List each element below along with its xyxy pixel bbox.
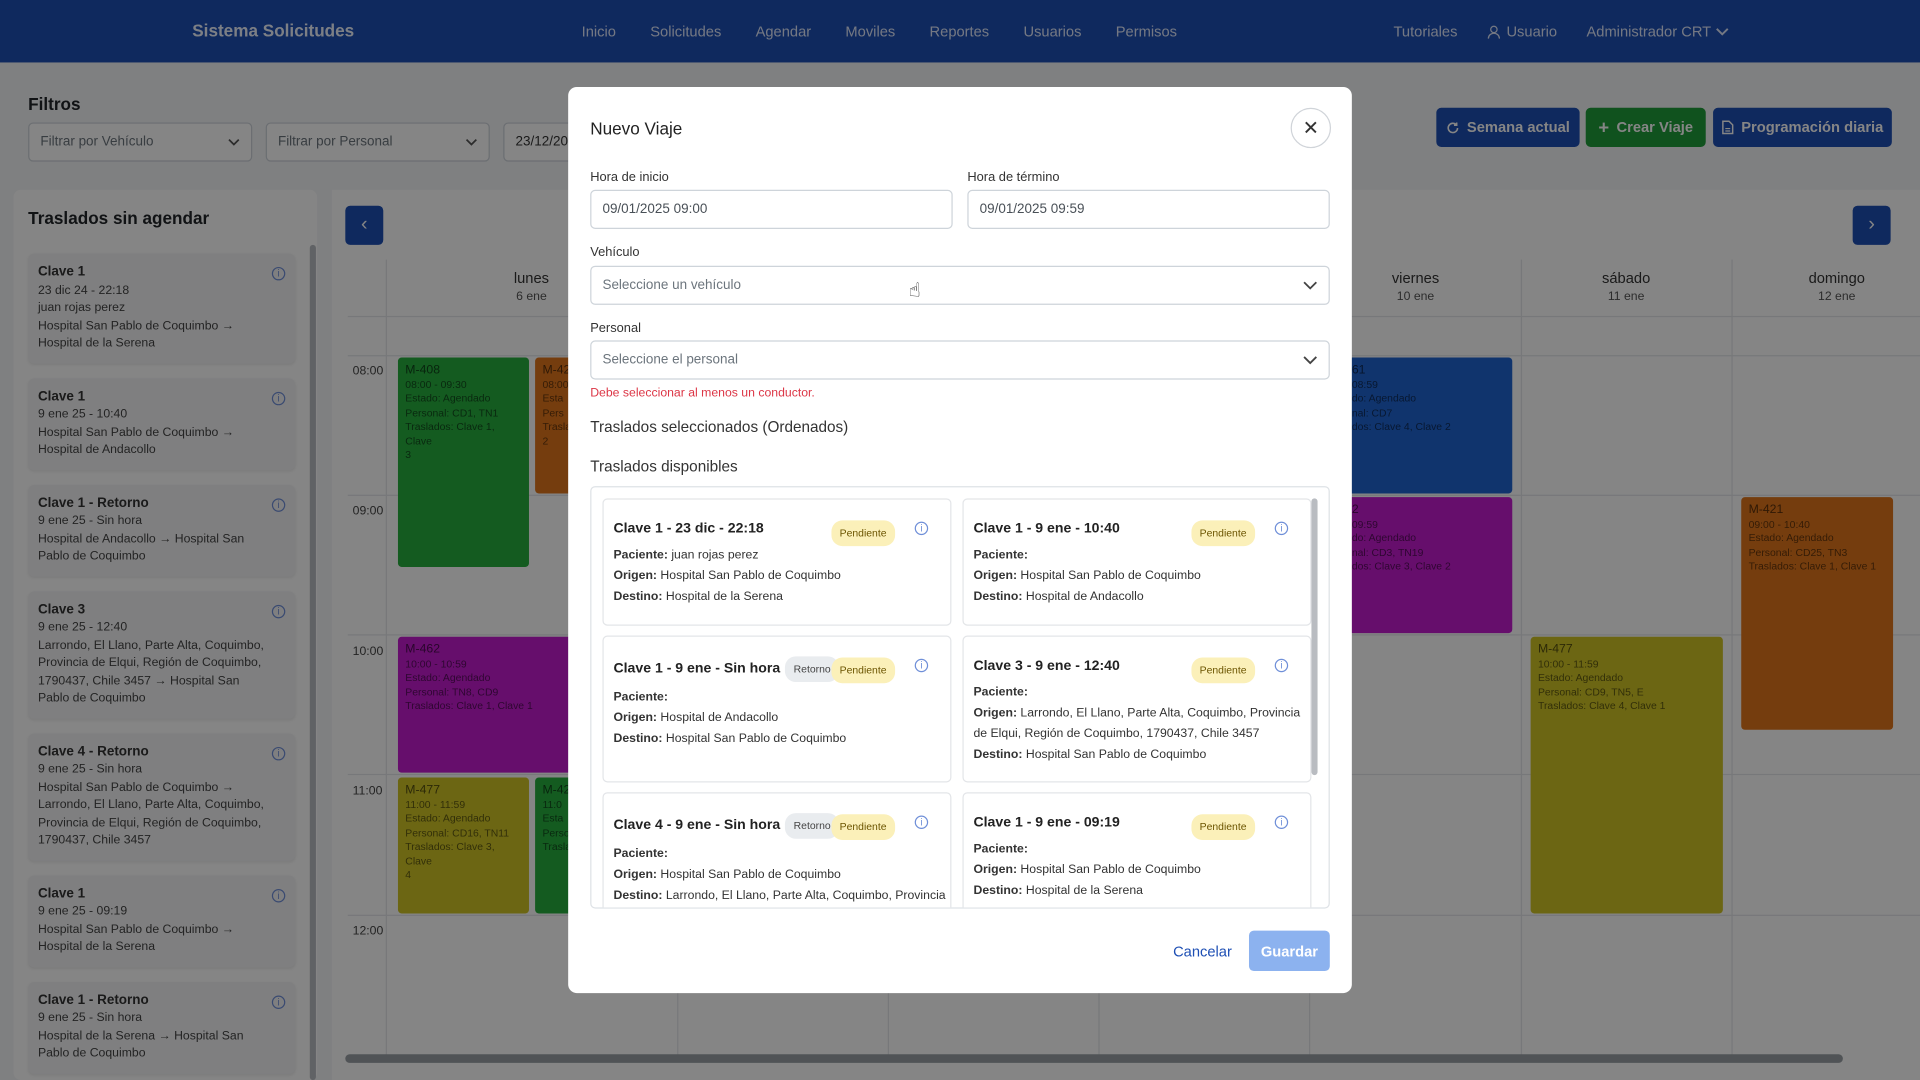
destination-label: Destino:: [973, 884, 1023, 898]
origin-label: Origen:: [973, 569, 1018, 583]
destination-value: Larrondo, El Llano, Parte Alta, Coquimbo…: [665, 888, 946, 903]
personal-label: Personal: [590, 320, 641, 336]
origin-value: Hospital San Pablo de Coquimbo: [660, 569, 841, 583]
origin-label: Origen:: [613, 569, 658, 583]
info-icon[interactable]: i: [914, 815, 929, 829]
transfer-card-title: Clave 1 - 9 ene - 10:40: [973, 521, 1120, 537]
transfer-card[interactable]: Clave 1 - 9 ene - Sin hora Retorno Pendie…: [602, 635, 952, 783]
info-icon[interactable]: i: [914, 658, 929, 673]
chevron-down-icon: [1303, 356, 1317, 365]
info-icon[interactable]: i: [1274, 521, 1289, 536]
end-time-value: 09/01/2025 09:59: [979, 202, 1085, 217]
save-button[interactable]: Guardar: [1248, 930, 1330, 972]
close-button[interactable]: ✕: [1290, 107, 1332, 149]
patient-label: Paciente:: [973, 842, 1028, 856]
modal-title: Nuevo Viaje: [590, 118, 683, 139]
status-badge: Pendiente: [831, 520, 896, 547]
validation-error: Debe seleccionar al menos un conductor.: [590, 386, 815, 401]
chevron-down-icon: [1303, 281, 1317, 290]
vehicle-select[interactable]: Seleccione un vehículo: [590, 265, 1330, 305]
destination-label: Destino:: [613, 732, 663, 746]
cancel-button[interactable]: Cancelar: [1173, 943, 1232, 960]
available-transfers-title: Traslados disponibles: [590, 457, 738, 476]
transfer-card-title: Clave 1 - 9 ene - 09:19: [973, 815, 1120, 831]
mouse-cursor-icon: ☝: [908, 280, 921, 302]
destination-value: Hospital San Pablo de Coquimbo: [665, 732, 847, 746]
origin-value: Larrondo, El Llano, Parte Alta, Coquimbo…: [973, 706, 1301, 741]
info-icon[interactable]: i: [1274, 658, 1289, 673]
patient-label: Paciente:: [613, 548, 668, 563]
app-root: Sistema Solicitudes Inicio Solicitudes A…: [0, 0, 1920, 1080]
transfer-card-title: Clave 1 - 9 ene - Sin hora: [613, 661, 781, 676]
origin-label: Origen:: [973, 863, 1018, 877]
selected-transfers-title: Traslados seleccionados (Ordenados): [590, 418, 849, 436]
origin-label: Origen:: [613, 711, 658, 725]
status-badge: Pendiente: [1191, 520, 1256, 547]
personal-select[interactable]: Seleccione el personal: [590, 340, 1330, 380]
transfer-card[interactable]: Clave 3 - 9 ene - 12:40 Pendiente i Paci…: [962, 635, 1312, 783]
status-badge: Pendiente: [831, 814, 896, 841]
status-badge: Pendiente: [831, 657, 896, 684]
available-transfers-list[interactable]: Clave 1 - 23 dic - 22:18 Pendiente i Pac…: [590, 486, 1330, 909]
destination-label: Destino:: [613, 590, 663, 604]
start-time-value: 09/01/2025 09:00: [602, 202, 708, 217]
info-icon[interactable]: i: [1274, 815, 1289, 829]
end-time-input[interactable]: 09/01/2025 09:59: [967, 189, 1330, 229]
transfer-card[interactable]: Clave 1 - 9 ene - 09:19 Pendiente i Paci…: [962, 792, 1312, 908]
transfer-card[interactable]: Clave 4 - 9 ene - Sin hora Retorno Pendie…: [602, 792, 952, 908]
end-time-label: Hora de término: [967, 170, 1060, 185]
origin-value: Hospital de Andacollo: [660, 711, 779, 725]
transfer-card[interactable]: Clave 1 - 9 ene - 10:40 Pendiente i Paci…: [962, 498, 1312, 626]
transfers-list-scrollbar[interactable]: [1311, 498, 1318, 776]
patient-label: Paciente:: [973, 685, 1028, 700]
transfer-card-title: Clave 1 - 23 dic - 22:18: [613, 521, 764, 537]
transfer-card[interactable]: Clave 1 - 23 dic - 22:18 Pendiente i Pac…: [602, 498, 952, 626]
destination-label: Destino:: [613, 888, 663, 903]
vehicle-select-placeholder: Seleccione un vehículo: [602, 277, 741, 293]
patient-label: Paciente:: [613, 847, 668, 861]
patient-value: juan rojas perez: [671, 548, 759, 563]
origin-value: Hospital San Pablo de Coquimbo: [1020, 863, 1201, 877]
destination-value: Hospital San Pablo de Coquimbo: [1025, 748, 1207, 762]
destination-value: Hospital de Andacollo: [1025, 590, 1144, 604]
transfer-card-title: Clave 4 - 9 ene - Sin hora: [613, 817, 781, 833]
status-badge: Pendiente: [1191, 657, 1256, 684]
new-trip-modal: Nuevo Viaje ✕ Hora de inicio 09/01/2025 …: [568, 86, 1352, 994]
patient-label: Paciente:: [613, 690, 668, 705]
destination-label: Destino:: [973, 748, 1023, 762]
destination-value: Hospital de la Serena: [1025, 884, 1143, 898]
personal-select-placeholder: Seleccione el personal: [602, 352, 738, 368]
destination-value: Hospital de la Serena: [665, 590, 783, 604]
transfer-card-title: Clave 3 - 9 ene - 12:40: [973, 658, 1120, 674]
patient-label: Paciente:: [973, 548, 1028, 563]
origin-value: Hospital San Pablo de Coquimbo: [660, 868, 841, 882]
status-badge: Pendiente: [1191, 814, 1256, 841]
vehicle-label: Vehículo: [590, 244, 640, 260]
close-icon: ✕: [1302, 118, 1320, 139]
origin-label: Origen:: [973, 706, 1018, 721]
origin-label: Origen:: [613, 868, 658, 882]
origin-value: Hospital San Pablo de Coquimbo: [1020, 569, 1201, 583]
start-time-label: Hora de inicio: [590, 170, 669, 185]
start-time-input[interactable]: 09/01/2025 09:00: [590, 189, 953, 229]
destination-label: Destino:: [973, 590, 1023, 604]
info-icon[interactable]: i: [914, 521, 929, 536]
